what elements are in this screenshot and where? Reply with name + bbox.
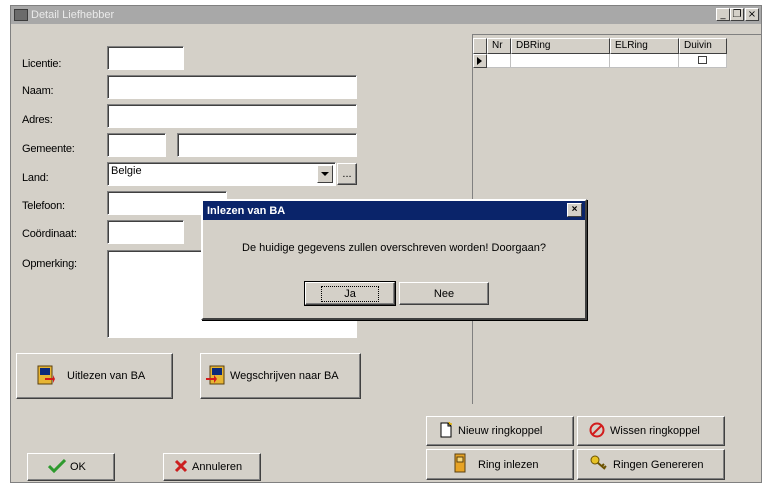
grid-cell[interactable] [679,54,727,68]
close-button[interactable]: × [745,8,759,21]
key-icon [590,455,608,474]
minimize-button[interactable]: _ [716,8,730,21]
coordinaat-input[interactable] [107,220,184,244]
dialog-no-button[interactable]: Nee [399,282,489,305]
grid-header-dbring[interactable]: DBRing [511,38,610,54]
ok-button[interactable]: OK [27,453,115,481]
grid-cell[interactable] [511,54,610,68]
land-browse-label: ... [342,168,352,180]
detail-window: Detail Liefhebber _ ❐ × Licentie: Naam: … [10,5,762,483]
wissen-ringkoppel-label: Wissen ringkoppel [610,425,700,437]
dialog-titlebar[interactable]: Inlezen van BA × [203,201,585,220]
nieuw-ringkoppel-button[interactable]: Nieuw ringkoppel [426,416,574,446]
window-title: Detail Liefhebber [31,9,115,21]
gemeente-label: Gemeente: [22,143,75,155]
coordinaat-label: Coördinaat: [22,228,77,240]
dialog-no-label: Nee [433,287,455,300]
grid-cell[interactable] [610,54,679,68]
grid-header-elring[interactable]: ELRing [610,38,679,54]
licentie-input[interactable] [107,46,184,70]
annuleren-button[interactable]: Annuleren [163,453,261,481]
uitlezen-label: Uitlezen van BA [67,370,146,382]
cancel-x-icon [174,459,188,476]
chevron-down-icon[interactable] [317,165,333,183]
grid-cell[interactable] [487,54,511,68]
ring-inlezen-label: Ring inlezen [478,458,539,471]
ringen-genereren-button[interactable]: Ringen Genereren [577,449,725,480]
dialog-message: De huidige gegevens zullen overschreven … [242,242,546,254]
land-label: Land: [22,172,49,184]
naam-label: Naam: [22,85,54,97]
read-device-icon [37,364,55,389]
wissen-ringkoppel-button[interactable]: Wissen ringkoppel [577,416,725,446]
opmerking-label: Opmerking: [22,258,77,270]
adres-input[interactable] [107,104,357,128]
land-select[interactable]: Belgie [107,162,336,186]
gemeente-input[interactable] [177,133,357,157]
grid-header-nr[interactable]: Nr [487,38,511,54]
nieuw-ringkoppel-label: Nieuw ringkoppel [458,425,543,437]
confirm-dialog: Inlezen van BA × De huidige gegevens zul… [201,199,587,320]
no-entry-icon [589,422,605,441]
duivin-checkbox[interactable] [698,56,707,64]
restore-button[interactable]: ❐ [730,8,744,21]
telefoon-label: Telefoon: [22,200,65,212]
postcode-input[interactable] [107,133,166,157]
app-icon [14,9,28,21]
ringen-genereren-label: Ringen Genereren [613,458,704,471]
wegschrijven-label: Wegschrijven naar BA [230,370,339,382]
ring-inlezen-button[interactable]: Ring inlezen [426,449,574,480]
adres-label: Adres: [22,114,53,126]
land-select-value: Belgie [111,165,142,177]
window-titlebar[interactable]: Detail Liefhebber _ ❐ × [11,6,761,24]
new-document-icon [439,421,453,441]
dialog-title: Inlezen van BA [207,204,286,217]
grid-header-duivin[interactable]: Duivin [679,38,727,54]
dialog-close-button[interactable]: × [567,203,582,217]
write-device-icon [206,364,226,389]
ok-label: OK [70,461,86,473]
dialog-yes-label: Ja [321,285,379,302]
checkmark-icon [47,458,67,476]
annuleren-label: Annuleren [192,461,243,473]
dialog-yes-button[interactable]: Ja [305,282,395,305]
grid-corner [473,38,487,54]
ring-device-icon [454,453,466,476]
licentie-label: Licentie: [22,58,62,70]
land-browse-button[interactable]: ... [337,163,357,185]
wegschrijven-button[interactable]: Wegschrijven naar BA [200,353,361,399]
naam-input[interactable] [107,75,357,99]
uitlezen-button[interactable]: Uitlezen van BA [16,353,173,399]
row-pointer-icon[interactable] [473,54,487,68]
